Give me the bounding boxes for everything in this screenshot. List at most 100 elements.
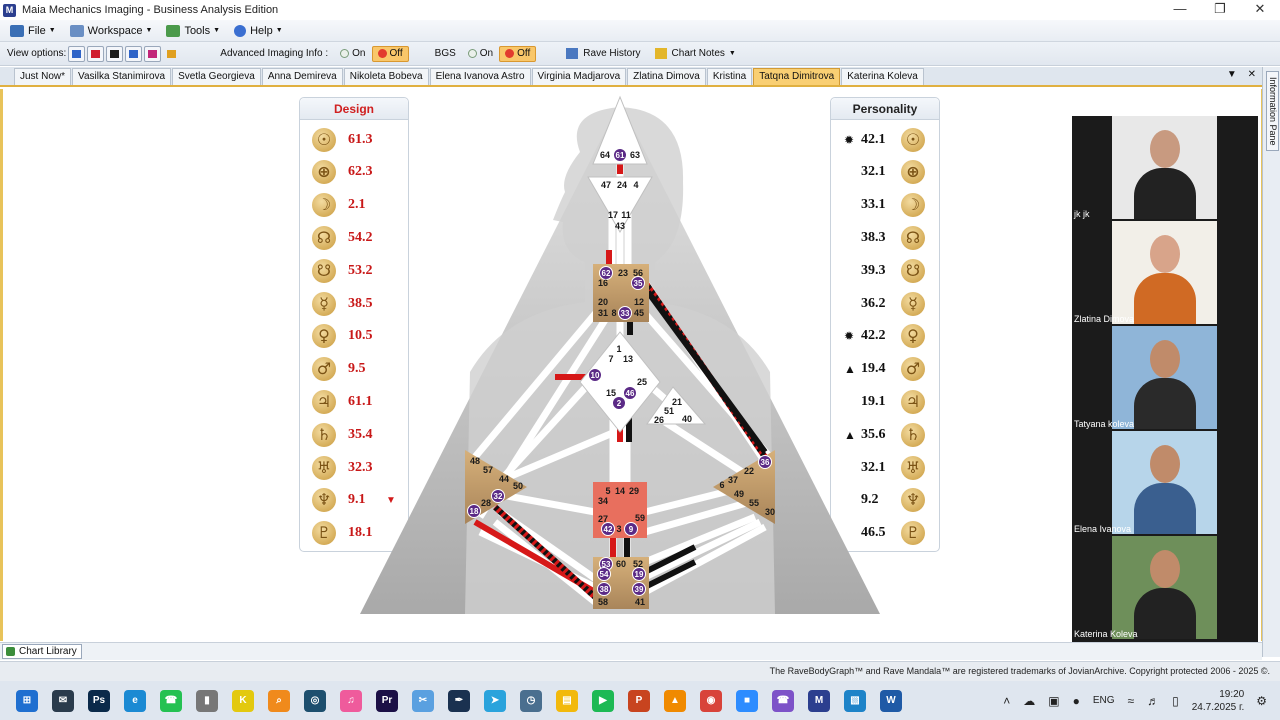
snipping-app-icon[interactable]: ✂ [412,689,434,712]
gate-46[interactable]: 46 [626,389,635,398]
powerpoint-app-icon[interactable]: P [628,689,650,712]
gate-34[interactable]: 34 [598,496,608,506]
gate-6[interactable]: 6 [719,480,724,490]
bgs-off-button[interactable]: Off [499,45,537,62]
photoshop-app-icon[interactable]: Ps [88,689,110,712]
view-option-button[interactable] [87,45,105,62]
gate-33[interactable]: 33 [621,309,630,318]
gate-55[interactable]: 55 [749,498,759,508]
participant-video-tile[interactable]: Zlatina Dimova [1072,221,1258,326]
gate-43[interactable]: 43 [615,221,625,231]
gate-7[interactable]: 7 [608,354,613,364]
gate-26[interactable]: 26 [654,415,664,425]
tab-katerina-koleva[interactable]: Katerina Koleva [841,68,924,85]
participant-video-tile[interactable]: jk jk [1072,116,1258,221]
gate-38[interactable]: 38 [600,585,609,594]
language-indicator[interactable]: ENG [1093,695,1115,706]
viber-app-icon[interactable]: ☎ [772,689,794,712]
bgs-on-button[interactable]: On [462,46,499,62]
gate-41[interactable]: 41 [635,597,645,607]
gate-30[interactable]: 30 [765,507,775,517]
gate-54[interactable]: 54 [600,570,609,579]
chrome-app-icon[interactable]: ◉ [700,689,722,712]
gate-45[interactable]: 45 [634,308,644,318]
spotify-app-icon[interactable]: ▶ [592,689,614,712]
zoom-app-icon[interactable]: ■ [736,689,758,712]
view-option-button[interactable] [163,46,180,62]
xbox-app-icon[interactable]: ◎ [304,689,326,712]
gate-32[interactable]: 32 [494,492,503,501]
gate-11[interactable]: 11 [621,210,631,220]
participant-video-tile[interactable]: Elena Ivanova [1072,431,1258,536]
microphone-app-icon[interactable]: ▮ [196,689,218,712]
network-icon[interactable]: ☁ [1023,694,1035,708]
tab-vasilka-stanimirova[interactable]: Vasilka Stanimirova [72,68,172,85]
gate-37[interactable]: 37 [728,475,738,485]
premiere-app-icon[interactable]: Pr [376,689,398,712]
volume-icon[interactable]: ♬ [1147,694,1159,708]
tabs-dropdown-icon[interactable]: ▼ [1227,69,1237,80]
participant-video-tile[interactable]: Katerina Koleva [1072,536,1258,641]
gate-2[interactable]: 2 [617,399,622,408]
minimize-button[interactable]: — [1160,0,1200,20]
gate-12[interactable]: 12 [634,297,644,307]
menu-tools[interactable]: Tools ▼ [162,22,224,40]
start-app-icon[interactable]: ⊞ [16,689,38,712]
gate-15[interactable]: 15 [606,388,616,398]
gate-23[interactable]: 23 [618,268,628,278]
gate-47[interactable]: 47 [601,180,611,190]
imaging-on-button[interactable]: On [334,46,371,62]
explorer-app-icon[interactable]: ▤ [556,689,578,712]
whatsapp-app-icon[interactable]: ☎ [160,689,182,712]
gate-16[interactable]: 16 [598,278,608,288]
gate-4[interactable]: 4 [633,180,638,190]
view-option-button[interactable] [125,45,143,62]
gate-42[interactable]: 42 [604,525,613,534]
edge-app-icon[interactable]: e [124,689,146,712]
microphone-icon[interactable]: ● [1073,694,1080,708]
menu-file[interactable]: File ▼ [6,22,60,40]
gate-8[interactable]: 8 [611,308,616,318]
gate-57[interactable]: 57 [483,465,493,475]
menu-workspace[interactable]: Workspace ▼ [66,22,157,40]
gate-49[interactable]: 49 [734,489,744,499]
gate-29[interactable]: 29 [629,486,639,496]
gate-61[interactable]: 61 [616,151,625,160]
gate-35[interactable]: 35 [634,279,643,288]
tray-overflow-icon[interactable]: ˄ [1003,694,1010,708]
gate-62[interactable]: 62 [602,269,611,278]
tab-just-now[interactable]: Just Now* [14,68,72,85]
chart-library-tab[interactable]: Chart Library [2,644,82,659]
tabs-close-icon[interactable]: ✕ [1248,69,1256,80]
gate-1[interactable]: 1 [616,344,621,354]
clock-app-icon[interactable]: ◷ [520,689,542,712]
view-option-button[interactable] [106,45,124,62]
gate-22[interactable]: 22 [744,466,754,476]
word-app-icon[interactable]: W [880,689,902,712]
clock[interactable]: 19:20 24.7.2025 г. [1192,688,1244,714]
gate-31[interactable]: 31 [598,308,608,318]
meet-now-icon[interactable]: ▣ [1048,694,1059,708]
tab-kristina[interactable]: Kristina [706,68,753,85]
kiler-app-icon[interactable]: K [232,689,254,712]
information-pane-tab[interactable]: Information Pane [1266,71,1279,151]
battery-icon[interactable]: ▯ [1172,694,1179,708]
gate-48[interactable]: 48 [470,456,480,466]
pen-app-icon[interactable]: ✒ [448,689,470,712]
gate-59[interactable]: 59 [635,513,645,523]
gate-58[interactable]: 58 [598,597,608,607]
gate-25[interactable]: 25 [637,377,647,387]
gate-64[interactable]: 64 [600,150,610,160]
imaging-off-button[interactable]: Off [371,45,409,62]
tab-zlatina-dimova[interactable]: Zlatina Dimova [627,68,706,85]
tab-elena-ivanova-astro[interactable]: Elena Ivanova Astro [429,68,531,85]
gate-24[interactable]: 24 [617,180,627,190]
gate-19[interactable]: 19 [635,570,644,579]
maximize-button[interactable]: ❐ [1200,0,1240,20]
notification-icon[interactable]: ⚙ [1256,694,1267,708]
tab-virginia-madjarova[interactable]: Virginia Madjarova [531,68,627,85]
gate-18[interactable]: 18 [470,507,479,516]
gate-20[interactable]: 20 [598,297,608,307]
gate-3[interactable]: 3 [616,524,621,534]
gate-40[interactable]: 40 [682,414,692,424]
